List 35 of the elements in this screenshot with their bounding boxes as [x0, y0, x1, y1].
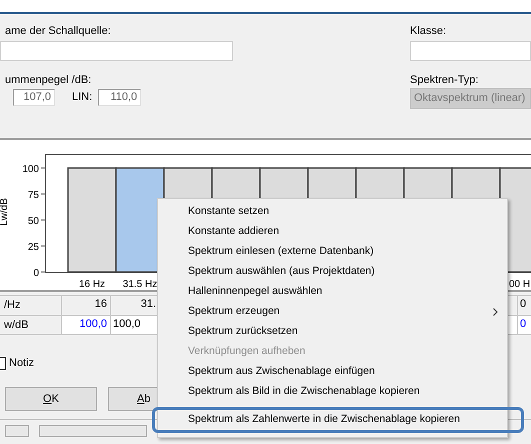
y-tick-label: 25: [28, 242, 39, 253]
menu-item[interactable]: Konstante addieren: [158, 222, 507, 242]
menu-item[interactable]: Spektrum einlesen (externe Datenbank): [158, 242, 507, 262]
field-label: LIN:: [72, 90, 92, 106]
x-tick-label: 00 H: [509, 279, 530, 290]
field-label: ame der Schallquelle:: [4, 24, 112, 38]
menu-item[interactable]: Konstante setzen: [158, 202, 507, 222]
menu-item[interactable]: Spektrum erzeugen: [158, 302, 507, 322]
menu-item[interactable]: Spektrum als Zahlenwerte in die Zwischenablage kopieren: [155, 410, 521, 430]
field-label: ummenpegel /dB:: [4, 73, 92, 87]
table-cell: 0: [517, 316, 531, 334]
menu-item[interactable]: Halleninnenpegel auswählen: [158, 282, 507, 302]
level-input-field[interactable]: 107,0: [13, 89, 55, 106]
field-label: Spektren-Typ:: [410, 73, 480, 87]
x-tick-label: 31.5 Hz: [122, 279, 158, 290]
note-label: Notiz: [9, 356, 34, 371]
dialog-button[interactable]: OK: [5, 387, 97, 411]
name-input-field[interactable]: [0, 41, 233, 61]
lin-input-field[interactable]: 110,0: [98, 89, 142, 106]
y-tick-label: 0: [33, 268, 39, 279]
class-input-field[interactable]: [410, 41, 531, 61]
spectrum-bar[interactable]: [115, 167, 165, 273]
note-checkbox[interactable]: [0, 356, 6, 370]
y-tick-label: 100: [22, 164, 39, 175]
menu-item[interactable]: Spektrum zurücksetzen: [158, 322, 507, 342]
y-tick-label: 75: [28, 190, 39, 201]
y-axis-label: Lw/dB: [0, 198, 10, 226]
menu-item[interactable]: Spektrum auswählen (aus Projektdaten): [158, 262, 507, 282]
x-tick-label: 16 Hz: [78, 279, 106, 290]
y-tick-label: 50: [28, 216, 39, 227]
spectrum-bar[interactable]: [67, 167, 117, 273]
table-cell: 100,0: [62, 316, 111, 334]
menu-item[interactable]: Spektrum aus Zwischenablage einfügen: [158, 362, 507, 382]
table-edit-cell[interactable]: 100,0: [111, 316, 160, 334]
field-label: Klasse:: [410, 24, 448, 38]
